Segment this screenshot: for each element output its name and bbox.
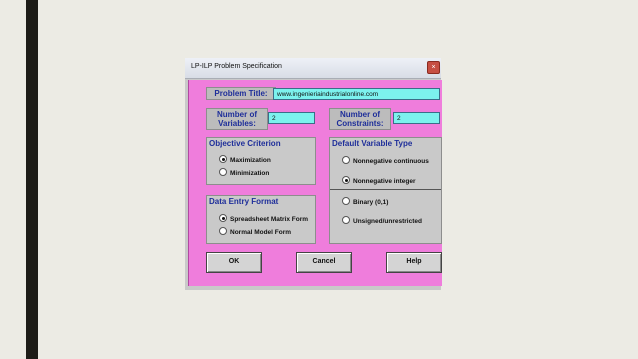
option-label: Spreadsheet Matrix Form: [230, 216, 309, 223]
radio-icon: [342, 156, 350, 164]
option-maximization[interactable]: Maximization: [219, 155, 271, 164]
window-title: LP-ILP Problem Specification: [191, 63, 282, 70]
num-constraints-input[interactable]: 2: [393, 112, 440, 124]
num-constraints-label-line1: Number of: [340, 110, 380, 119]
num-variables-label: Number of Variables:: [206, 108, 268, 130]
radio-icon: [342, 216, 350, 224]
cancel-button[interactable]: Cancel: [296, 252, 352, 273]
radio-icon: [342, 197, 350, 205]
objective-criterion-title: Objective Criterion: [209, 139, 281, 148]
num-variables-label-line2: Variables:: [218, 119, 256, 128]
ok-button[interactable]: OK: [206, 252, 262, 273]
option-normal-model-form[interactable]: Normal Model Form: [219, 227, 291, 236]
default-variable-type-group: Default Variable Type Nonnegative contin…: [329, 137, 442, 244]
data-entry-format-title: Data Entry Format: [209, 197, 279, 206]
problem-title-label: Problem Title:: [206, 87, 276, 100]
option-label: Nonnegative integer: [353, 178, 416, 185]
slide-side-bar: [26, 0, 38, 359]
help-button[interactable]: Help: [386, 252, 442, 273]
num-variables-label-line1: Number of: [217, 110, 257, 119]
option-label: Binary (0,1): [353, 199, 389, 206]
objective-criterion-group: Objective Criterion Maximization Minimiz…: [206, 137, 316, 185]
option-label: Maximization: [230, 157, 271, 164]
option-label: Minimization: [230, 170, 270, 177]
variable-type-divider: [330, 189, 441, 190]
default-variable-type-title: Default Variable Type: [332, 139, 413, 148]
option-binary[interactable]: Binary (0,1): [342, 197, 388, 206]
dialog-client-area: Problem Title: www.ingenieriaindustrialo…: [188, 80, 442, 286]
option-minimization[interactable]: Minimization: [219, 168, 269, 177]
num-constraints-label: Number of Constraints:: [329, 108, 391, 130]
problem-title-input[interactable]: www.ingenieriaindustrialonline.com: [273, 88, 440, 100]
option-label: Unsigned/unrestricted: [353, 218, 422, 225]
option-label: Nonnegative continuous: [353, 158, 429, 165]
option-label: Normal Model Form: [230, 229, 292, 236]
dialog-window: LP-ILP Problem Specification × Problem T…: [185, 58, 442, 290]
option-unsigned-unrestricted[interactable]: Unsigned/unrestricted: [342, 216, 422, 225]
radio-selected-icon: [219, 155, 227, 163]
num-constraints-label-line2: Constraints:: [336, 119, 384, 128]
radio-selected-icon: [219, 214, 227, 222]
close-icon[interactable]: ×: [427, 61, 440, 74]
problem-title-label-text: Problem Title:: [214, 89, 268, 98]
num-variables-input[interactable]: 2: [268, 112, 315, 124]
option-nonnegative-integer[interactable]: Nonnegative integer: [342, 176, 415, 185]
option-nonnegative-continuous[interactable]: Nonnegative continuous: [342, 156, 429, 165]
data-entry-format-group: Data Entry Format Spreadsheet Matrix For…: [206, 195, 316, 244]
radio-icon: [219, 227, 227, 235]
radio-selected-icon: [342, 176, 350, 184]
radio-icon: [219, 168, 227, 176]
option-spreadsheet-matrix-form[interactable]: Spreadsheet Matrix Form: [219, 214, 308, 223]
title-bar: LP-ILP Problem Specification ×: [185, 58, 441, 79]
